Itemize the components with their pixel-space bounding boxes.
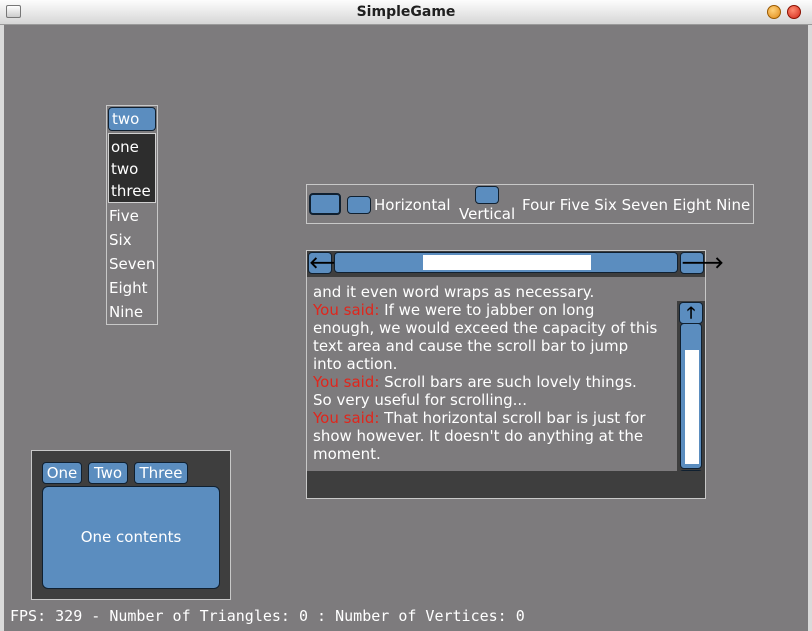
chat-line-text: That horizontal scroll bar is just for <box>379 409 646 427</box>
chat-text-area: 🡐 🡒 and it even word wraps as necessary.… <box>306 250 724 499</box>
chat-line-text: and it even word wraps as necessary. <box>313 283 595 301</box>
horizontal-scroll-track[interactable] <box>334 252 678 273</box>
close-button[interactable] <box>787 5 801 19</box>
tab-two[interactable]: Two <box>88 462 128 484</box>
scroll-down-button[interactable]: 🡓 <box>679 470 703 471</box>
horizontal-scroll-thumb[interactable] <box>423 255 591 270</box>
vertical-label: Vertical <box>459 205 516 223</box>
chat-line-text: text area and cause the scroll bar to ju… <box>313 337 629 355</box>
window-frame-right <box>808 25 812 631</box>
vertical-scroll-thumb[interactable] <box>685 350 699 464</box>
vertical-scroll-track[interactable] <box>680 323 702 469</box>
window-frame-left <box>0 25 4 631</box>
button-one[interactable] <box>309 193 341 215</box>
chat-line-text: moment. <box>313 445 381 463</box>
horizontal-label: Horizontal <box>374 196 451 214</box>
dropdown-option-three[interactable]: three <box>111 182 151 200</box>
chat-line-text: Scroll bars are such lovely things. <box>379 373 637 391</box>
scroll-left-button[interactable]: 🡐 <box>308 252 352 274</box>
window-title: SimpleGame <box>356 4 456 20</box>
arrow-up-icon: 🡑 <box>686 303 696 322</box>
chat-line: You said: That horizontal scroll bar is … <box>313 409 673 427</box>
tab-one[interactable]: One <box>42 462 82 484</box>
scroll-up-button[interactable]: 🡑 <box>679 302 703 324</box>
chat-line: You said: If we were to jabber on long <box>313 301 673 319</box>
tab-content: One contents <box>42 486 220 589</box>
vertical-button[interactable] <box>475 186 499 204</box>
combo-dropdown: one two three <box>108 133 156 203</box>
list-item-six[interactable]: Six <box>109 231 132 249</box>
chat-line: moment. <box>313 445 673 463</box>
fps-status: FPS: 329 - Number of Triangles: 0 : Numb… <box>10 607 525 625</box>
arrow-right-icon: 🡒 <box>681 253 724 272</box>
tab-three[interactable]: Three <box>134 462 188 484</box>
chat-line-text: show however. It doesn't do anything at … <box>313 427 644 445</box>
speaker-label: You said: <box>313 301 380 319</box>
chat-line: into action. <box>313 355 673 373</box>
chat-lines: and it even word wraps as necessary. You … <box>313 283 673 463</box>
minimize-button[interactable] <box>767 5 781 19</box>
chat-line: text area and cause the scroll bar to ju… <box>313 337 673 355</box>
list-item-five[interactable]: Five <box>109 207 139 225</box>
chat-line-text: So very useful for scrolling... <box>313 391 527 409</box>
list-item-seven[interactable]: Seven <box>109 255 155 273</box>
horizontal-scrollbar[interactable]: 🡐 🡒 <box>307 251 724 275</box>
button-two[interactable] <box>347 196 371 214</box>
chat-line-text: If we were to jabber on long <box>379 301 595 319</box>
combo-box[interactable]: two <box>108 107 156 131</box>
chat-line-text: into action. <box>313 355 398 373</box>
vertical-scrollbar[interactable]: 🡑 🡓 <box>677 301 705 471</box>
title-bar[interactable]: SimpleGame <box>0 0 812 25</box>
speaker-label: You said: <box>313 409 380 427</box>
dropdown-option-one[interactable]: one <box>111 138 139 156</box>
dropdown-option-two[interactable]: two <box>111 160 138 178</box>
speaker-label: You said: <box>313 373 380 391</box>
list-item-nine[interactable]: Nine <box>109 303 143 321</box>
tab-panel: One Two Three One contents <box>31 450 231 600</box>
number-labels: Four Five Six Seven Eight Nine <box>522 196 751 214</box>
text-body: and it even word wraps as necessary. You … <box>307 277 705 471</box>
chat-line: So very useful for scrolling... <box>313 391 673 409</box>
chat-line-text: enough, we would exceed the capacity of … <box>313 319 658 337</box>
chat-line: enough, we would exceed the capacity of … <box>313 319 673 337</box>
chat-line: You said: Scroll bars are such lovely th… <box>313 373 673 391</box>
chat-line: show however. It doesn't do anything at … <box>313 427 673 445</box>
list-item-eight[interactable]: Eight <box>109 279 148 297</box>
button-bar: Horizontal Vertical Four Five Six Seven … <box>306 184 754 224</box>
scroll-right-button[interactable]: 🡒 <box>680 252 724 274</box>
chat-line: and it even word wraps as necessary. <box>313 283 673 301</box>
list-panel: two one two three Five Six Seven Eight N… <box>106 105 158 325</box>
